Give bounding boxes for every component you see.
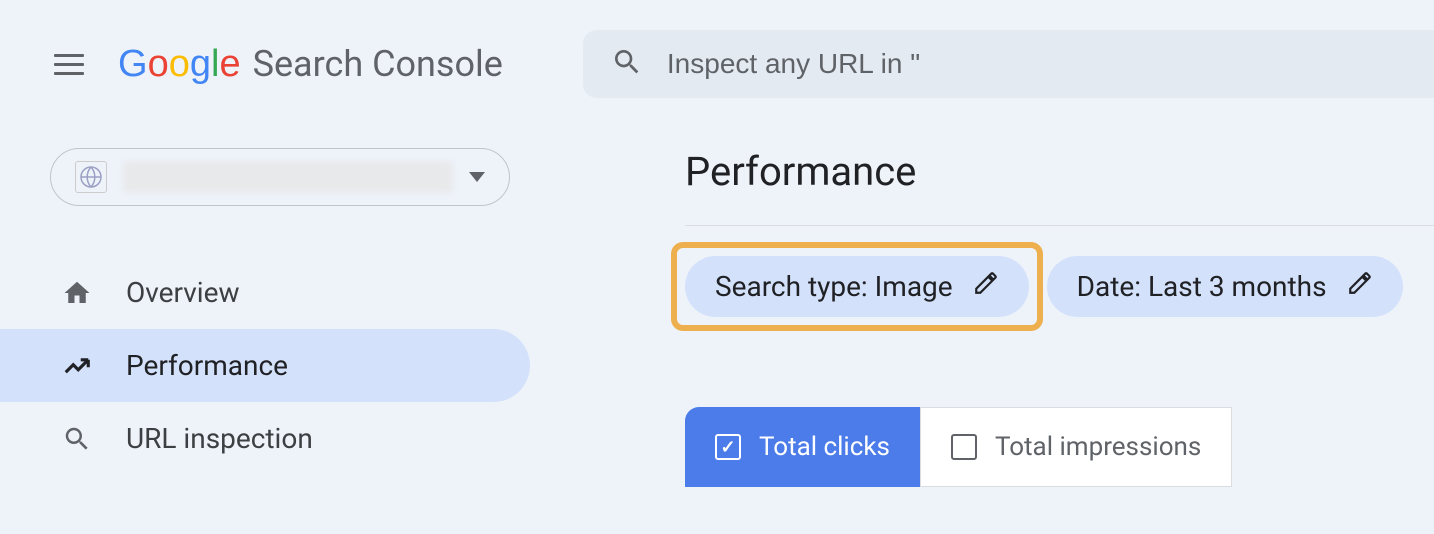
sidebar-item-url-inspection[interactable]: URL inspection (0, 402, 530, 475)
url-search-input[interactable] (667, 48, 1406, 80)
metric-total-impressions[interactable]: Total impressions (920, 407, 1232, 487)
trend-icon (62, 351, 92, 381)
nav-label: Overview (126, 276, 240, 309)
sidebar-item-overview[interactable]: Overview (0, 256, 530, 329)
menu-button[interactable] (50, 50, 88, 79)
metrics-row: ✓ Total clicks Total impressions (685, 407, 1434, 487)
metric-label: Total clicks (759, 432, 890, 462)
pencil-icon (973, 270, 999, 303)
metric-total-clicks[interactable]: ✓ Total clicks (685, 407, 920, 487)
product-name: Search Console (253, 43, 503, 85)
nav-label: Performance (126, 349, 288, 382)
search-icon (62, 424, 92, 454)
checkbox-unchecked-icon (951, 434, 977, 460)
app-logo: Google Search Console (118, 43, 503, 86)
pencil-icon (1347, 270, 1373, 303)
chip-label: Date: Last 3 months (1077, 270, 1327, 303)
search-bar[interactable] (583, 30, 1434, 98)
filter-chip-date[interactable]: Date: Last 3 months (1047, 256, 1403, 317)
filter-chip-search-type[interactable]: Search type: Image (685, 256, 1029, 317)
globe-icon (75, 161, 107, 193)
chip-label: Search type: Image (715, 270, 953, 303)
checkbox-checked-icon: ✓ (715, 434, 741, 460)
chevron-down-icon (469, 172, 485, 182)
metric-label: Total impressions (995, 432, 1201, 462)
property-selector[interactable] (50, 148, 510, 206)
main-content: Performance Search type: Image Date: Las… (530, 128, 1434, 487)
sidebar-item-performance[interactable]: Performance (0, 329, 530, 402)
search-icon (611, 46, 643, 82)
sidebar: Overview Performance URL inspection (0, 128, 530, 487)
property-name-redacted (123, 161, 453, 193)
page-title: Performance (685, 128, 1434, 225)
nav-label: URL inspection (126, 422, 313, 455)
filter-chips-row: Search type: Image Date: Last 3 months (685, 226, 1434, 347)
app-header: Google Search Console (0, 0, 1434, 128)
home-icon (62, 278, 92, 308)
